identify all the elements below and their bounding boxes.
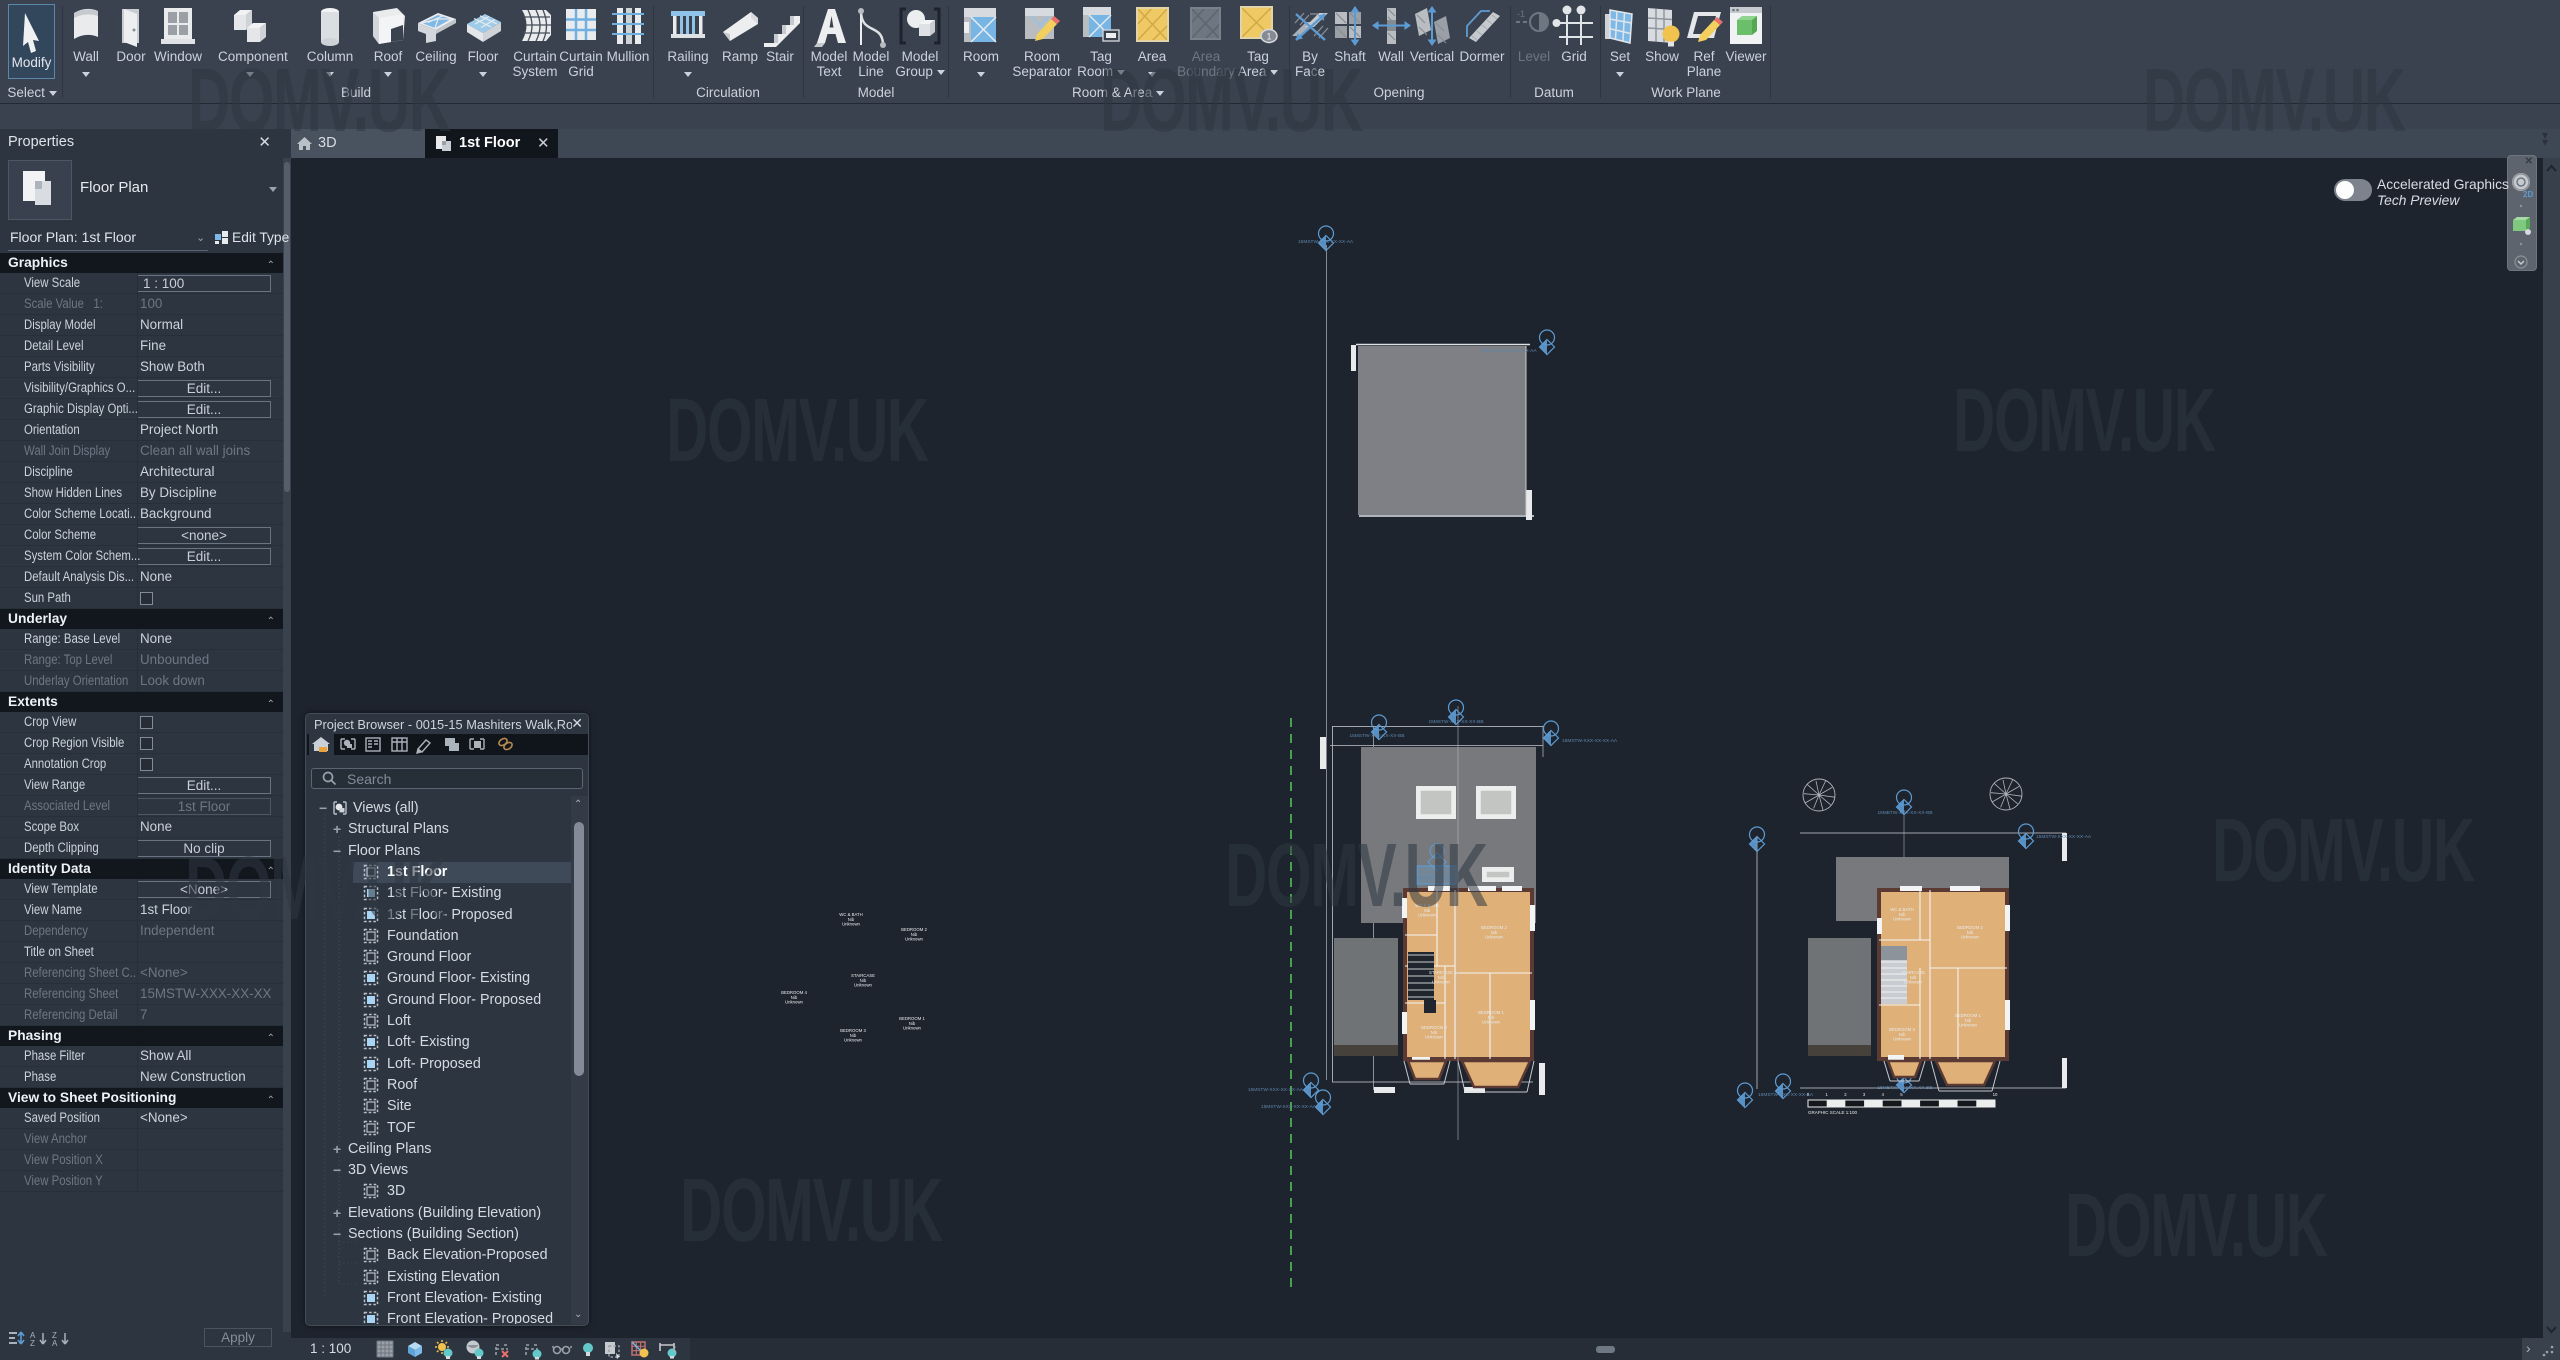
svg-text:15MSTW-XXX-XX-XX-AA: 15MSTW-XXX-XX-XX-AA	[1298, 239, 1354, 245]
svg-text:Unknown: Unknown	[1482, 1020, 1501, 1025]
svg-text:15MBTW-XXX-XX-XX-BB: 15MBTW-XXX-XX-XX-BB	[1877, 810, 1932, 816]
svg-text:15MBTW-XXX-XX-XX-BB: 15MBTW-XXX-XX-XX-BB	[1877, 1085, 1932, 1091]
svg-text:15MSTW-XXX-XX-XX-BB: 15MSTW-XXX-XX-XX-BB	[1349, 733, 1404, 739]
svg-text:Unknown: Unknown	[844, 1038, 863, 1043]
svg-text:5: 5	[1900, 1092, 1903, 1097]
svg-text:Unknown: Unknown	[905, 937, 924, 942]
svg-text:1: 1	[1826, 1092, 1829, 1097]
svg-text:Unknown: Unknown	[1425, 1035, 1444, 1040]
svg-text:Unknown: Unknown	[1904, 980, 1923, 985]
svg-text:Unknown: Unknown	[1959, 1023, 1978, 1028]
svg-text:Unknown: Unknown	[903, 1026, 922, 1031]
svg-text:2D: 2D	[2523, 190, 2533, 199]
svg-text:Unknown: Unknown	[1893, 1037, 1912, 1042]
svg-text:Unknown: Unknown	[1961, 935, 1980, 940]
svg-text:Unknown: Unknown	[842, 922, 861, 927]
svg-text:GRAPHIC SCALE 1:100: GRAPHIC SCALE 1:100	[1808, 1110, 1858, 1115]
svg-text:Unknown: Unknown	[1485, 935, 1504, 940]
svg-text:15MSTW-XXX-XX-XX-AA: 15MSTW-XXX-XX-XX-AA	[1758, 1092, 1814, 1098]
svg-text:15MSTW-XXX-XX-XX-AA: 15MSTW-XXX-XX-XX-AA	[2036, 834, 2092, 840]
svg-text:15MSTW-XXX-XX-XX-AA: 15MSTW-XXX-XX-XX-AA	[1248, 1087, 1304, 1093]
svg-text:15MSTW-XXX-XX-XX-AA: 15MSTW-XXX-XX-XX-AA	[1261, 1104, 1317, 1110]
svg-text:Unknown: Unknown	[785, 1000, 804, 1005]
svg-text:15MSTW-XXX-XX-XX-BB: 15MSTW-XXX-XX-XX-BB	[1428, 719, 1483, 725]
svg-text:10: 10	[1993, 1092, 1998, 1097]
svg-text:Unknown: Unknown	[854, 983, 873, 988]
svg-text:Unknown: Unknown	[1893, 917, 1912, 922]
svg-text:2: 2	[1844, 1092, 1847, 1097]
svg-text:4: 4	[1882, 1092, 1885, 1097]
svg-text:Unknown: Unknown	[1432, 980, 1451, 985]
svg-text:3: 3	[1863, 1092, 1866, 1097]
svg-text:15MSTW-XXX-XX-XX-AA: 15MSTW-XXX-XX-XX-AA	[1481, 348, 1537, 354]
svg-text:15MSTW-XXX-XX-XX-AA: 15MSTW-XXX-XX-XX-AA	[1562, 738, 1618, 744]
